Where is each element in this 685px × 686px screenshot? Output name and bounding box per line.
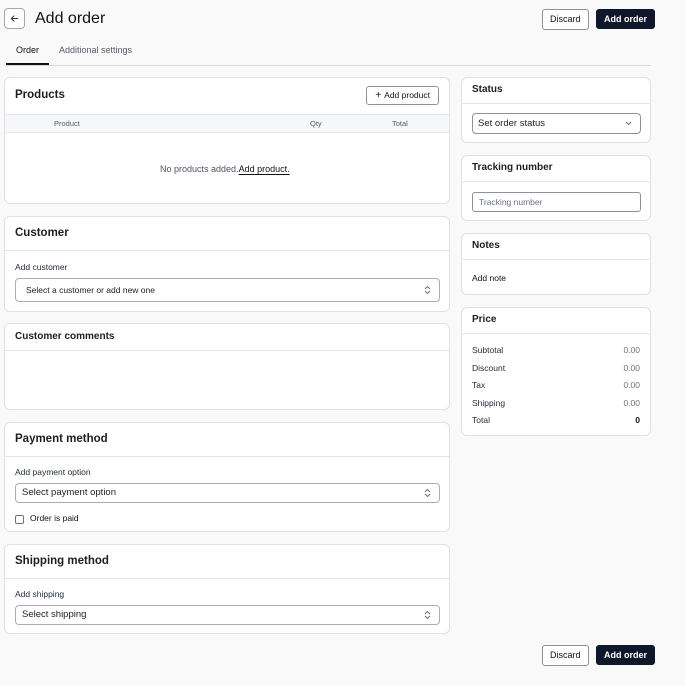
add-order-page: Add order Discard Add order Order Additi… bbox=[0, 0, 685, 686]
tracking-number-placeholder: Tracking number bbox=[479, 197, 543, 207]
footer-add-order-button[interactable]: Add order bbox=[596, 645, 656, 665]
customer-select-text: Select a customer or add new one bbox=[26, 285, 155, 295]
price-row-tax: Tax 0.00 bbox=[472, 380, 640, 390]
payment-method-title: Payment method bbox=[15, 433, 108, 445]
price-label: Subtotal bbox=[472, 345, 504, 355]
plus-icon: + bbox=[375, 90, 382, 101]
add-shipping-label: Add shipping bbox=[15, 589, 65, 599]
column-product: Product bbox=[54, 119, 80, 128]
order-paid-label: Order is paid bbox=[30, 513, 79, 523]
customer-comments-title: Customer comments bbox=[15, 331, 115, 342]
status-select-text: Set order status bbox=[478, 118, 546, 129]
divider bbox=[5, 578, 449, 579]
price-value: 0.00 bbox=[623, 398, 640, 408]
empty-text: No products added. bbox=[160, 164, 239, 174]
price-label: Tax bbox=[472, 380, 486, 390]
price-label: Shipping bbox=[472, 398, 506, 408]
add-product-label: Add product bbox=[384, 90, 430, 100]
price-value: 0.00 bbox=[623, 380, 640, 390]
add-customer-label: Add customer bbox=[15, 262, 68, 272]
customer-title: Customer bbox=[15, 227, 69, 239]
tracking-number-title: Tracking number bbox=[472, 162, 553, 173]
customer-comments-card: Customer comments bbox=[4, 323, 450, 410]
add-order-button[interactable]: Add order bbox=[596, 9, 656, 29]
add-payment-label: Add payment option bbox=[15, 467, 91, 477]
shipping-select-text: Select shipping bbox=[22, 609, 87, 620]
products-card: Products + Add product Product Qty Total … bbox=[4, 77, 450, 204]
add-product-link[interactable]: Add product. bbox=[239, 164, 290, 174]
tab-additional-settings[interactable]: Additional settings bbox=[59, 45, 132, 63]
divider bbox=[5, 250, 449, 251]
shipping-method-title: Shipping method bbox=[15, 555, 109, 567]
tracking-number-input[interactable]: Tracking number bbox=[472, 192, 641, 212]
divider bbox=[462, 103, 650, 104]
shipping-method-card: Shipping method Add shipping Select ship… bbox=[4, 544, 450, 634]
column-total: Total bbox=[392, 119, 408, 128]
payment-select[interactable]: Select payment option bbox=[15, 483, 440, 503]
price-value: 0.00 bbox=[623, 363, 640, 373]
page-title: Add order bbox=[35, 10, 106, 27]
shipping-select[interactable]: Select shipping bbox=[15, 605, 440, 625]
customer-select[interactable]: Select a customer or add new one bbox=[15, 278, 440, 302]
divider bbox=[462, 181, 650, 182]
add-note-link[interactable]: Add note bbox=[472, 273, 506, 283]
tracking-number-card: Tracking number Tracking number bbox=[461, 155, 651, 221]
price-row-discount: Discount 0.00 bbox=[472, 363, 640, 373]
products-table-header: Product Qty Total bbox=[5, 114, 449, 133]
price-title: Price bbox=[472, 314, 497, 325]
price-label: Total bbox=[472, 415, 490, 425]
payment-method-card: Payment method Add payment option Select… bbox=[4, 422, 450, 532]
products-title: Products bbox=[15, 89, 65, 101]
customer-comments-area[interactable] bbox=[5, 351, 449, 409]
price-row-subtotal: Subtotal 0.00 bbox=[472, 345, 640, 355]
notes-title: Notes bbox=[472, 240, 500, 251]
status-title: Status bbox=[472, 84, 503, 95]
price-card: Price Subtotal 0.00 Discount 0.00 Tax 0.… bbox=[461, 307, 651, 436]
column-qty: Qty bbox=[310, 119, 322, 128]
tab-bar: Order Additional settings bbox=[5, 40, 651, 66]
order-paid-checkbox[interactable] bbox=[15, 515, 24, 524]
notes-card: Notes Add note bbox=[461, 233, 651, 295]
add-product-button[interactable]: + Add product bbox=[366, 86, 439, 105]
price-value: 0.00 bbox=[623, 345, 640, 355]
footer-discard-button[interactable]: Discard bbox=[542, 645, 589, 666]
price-row-shipping: Shipping 0.00 bbox=[472, 398, 640, 408]
price-label: Discount bbox=[472, 363, 506, 373]
customer-card: Customer Add customer Select a customer … bbox=[4, 216, 450, 312]
divider bbox=[462, 333, 650, 334]
back-button[interactable] bbox=[4, 8, 25, 29]
divider bbox=[5, 456, 449, 457]
arrow-left-icon bbox=[10, 15, 19, 22]
chevron-up-down-icon bbox=[424, 606, 431, 624]
divider bbox=[462, 259, 650, 260]
discard-button[interactable]: Discard bbox=[542, 9, 589, 30]
price-value: 0 bbox=[635, 415, 640, 425]
payment-select-text: Select payment option bbox=[22, 487, 117, 498]
chevron-down-icon bbox=[625, 114, 632, 133]
status-card: Status Set order status bbox=[461, 77, 651, 143]
status-select[interactable]: Set order status bbox=[472, 113, 641, 134]
products-empty-state: No products added.Add product. bbox=[160, 164, 290, 174]
chevron-up-down-icon bbox=[424, 279, 431, 301]
price-row-total: Total 0 bbox=[472, 415, 640, 425]
tab-order[interactable]: Order bbox=[6, 45, 50, 65]
chevron-up-down-icon bbox=[424, 484, 431, 502]
